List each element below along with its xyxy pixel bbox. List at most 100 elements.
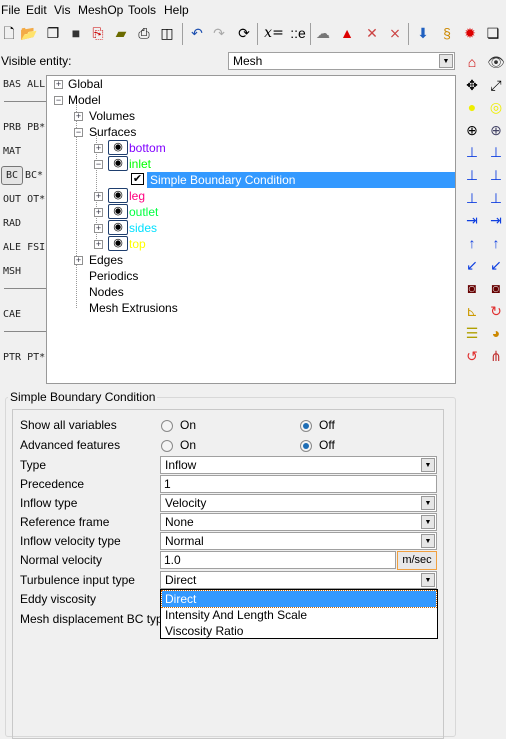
menu-vis[interactable]: Vis: [54, 3, 70, 17]
redo-icon[interactable]: ↷: [210, 24, 228, 42]
show-all-off-radio[interactable]: [300, 420, 312, 432]
ale-fsi-button[interactable]: ALE FSI: [3, 242, 45, 253]
new-icon[interactable]: 🗋: [0, 24, 18, 42]
mesh-icon[interactable]: ☁: [314, 24, 332, 42]
reference-frame-select[interactable]: None ▼: [160, 513, 437, 531]
tree-node-nodes[interactable]: Nodes: [89, 284, 124, 300]
pivot-icon[interactable]: ⋔: [487, 347, 505, 365]
tree-node-periodics[interactable]: Periodics: [89, 268, 138, 284]
home-icon[interactable]: ⌂: [463, 53, 481, 71]
expand-icon[interactable]: +: [74, 112, 83, 121]
chevron-down-icon[interactable]: ▼: [421, 458, 435, 472]
menu-tools[interactable]: Tools: [128, 3, 156, 17]
type-select[interactable]: Inflow ▼: [160, 456, 437, 474]
constant-icon[interactable]: ::e: [288, 24, 308, 42]
folder-icon[interactable]: ▰: [112, 24, 130, 42]
target-icon[interactable]: ⊕: [487, 121, 505, 139]
tree-node-sides[interactable]: sides: [129, 220, 157, 236]
model-tree[interactable]: + Global − Model + Volumes − Surfaces + …: [46, 75, 456, 384]
delete-shapes-icon[interactable]: ✕: [363, 24, 381, 42]
open-icon[interactable]: 📂: [20, 24, 38, 42]
notes-icon[interactable]: ☰: [463, 324, 481, 342]
save-icon[interactable]: ■: [67, 24, 85, 42]
rotate-z-pos-icon[interactable]: ↙: [463, 256, 481, 274]
view-yz-rev-icon[interactable]: ⊥: [487, 143, 505, 161]
out-ot-button[interactable]: OUT OT*: [3, 194, 45, 205]
bas-all-button[interactable]: BAS ALL: [3, 79, 45, 90]
unit-button[interactable]: m/sec: [397, 551, 437, 570]
tree-node-top[interactable]: top: [129, 236, 146, 252]
turbulence-select[interactable]: Direct ▼: [160, 571, 437, 589]
tree-node-mesh-extrusions[interactable]: Mesh Extrusions: [89, 300, 178, 316]
tree-node-edges[interactable]: Edges: [89, 252, 123, 268]
normal-velocity-input[interactable]: 1.0: [160, 551, 396, 569]
collapse-icon[interactable]: −: [94, 160, 103, 169]
rotate-y-neg-icon[interactable]: ↑: [487, 234, 505, 252]
variable-icon[interactable]: x=: [263, 24, 285, 42]
visible-entity-select[interactable]: Mesh ▼: [228, 52, 455, 70]
view-yz-icon[interactable]: ⊥: [463, 143, 481, 161]
rotate-z-neg-icon[interactable]: ↙: [487, 256, 505, 274]
inflow-velocity-type-select[interactable]: Normal ▼: [160, 532, 437, 550]
eye-icon[interactable]: ◉: [108, 204, 128, 219]
tree-node-surfaces[interactable]: Surfaces: [89, 124, 136, 140]
advanced-off-radio[interactable]: [300, 440, 312, 452]
refresh-icon[interactable]: ⟳: [235, 24, 253, 42]
checkbox-checked[interactable]: ✔: [131, 173, 144, 185]
script-icon[interactable]: §: [438, 24, 456, 42]
menu-meshop[interactable]: MeshOp: [78, 3, 123, 17]
save-as-icon[interactable]: ◫: [158, 24, 176, 42]
chevron-down-icon[interactable]: ▼: [439, 54, 453, 68]
eye-icon[interactable]: ◉: [108, 236, 128, 251]
view-zx-icon[interactable]: ⊥: [463, 166, 481, 184]
tree-node-simple-boundary-condition[interactable]: Simple Boundary Condition: [147, 172, 455, 188]
undo-icon[interactable]: ↶: [188, 24, 206, 42]
select-circle-icon[interactable]: ◎: [487, 98, 505, 116]
menu-file[interactable]: File: [1, 3, 20, 17]
prb-pb-button[interactable]: PRB PB*: [3, 122, 45, 133]
rotate-x-neg-icon[interactable]: ⇥: [487, 211, 505, 229]
expand-icon[interactable]: +: [94, 240, 103, 249]
export-icon[interactable]: ⎘: [89, 24, 107, 42]
axes-icon[interactable]: ⊾: [463, 302, 481, 320]
curve-icon[interactable]: ↻: [487, 302, 505, 320]
expand-icon[interactable]: +: [94, 224, 103, 233]
msh-button[interactable]: MSH: [3, 266, 21, 277]
expand-icon[interactable]: +: [54, 80, 63, 89]
advanced-on-radio[interactable]: [161, 440, 173, 452]
dropdown-option-direct[interactable]: Direct: [161, 590, 437, 608]
collapse-icon[interactable]: −: [74, 128, 83, 137]
view-xy-rev-icon[interactable]: ⊥: [487, 189, 505, 207]
expand-icon[interactable]: +: [94, 208, 103, 217]
move-icon[interactable]: ✥: [463, 76, 481, 94]
bc-button[interactable]: BC: [1, 166, 23, 185]
ptr-pt-button[interactable]: PTR PT*: [3, 352, 45, 363]
expand-icon[interactable]: +: [94, 192, 103, 201]
stop-icon[interactable]: ✹: [461, 24, 479, 42]
rotate-y-pos-icon[interactable]: ↑: [463, 234, 481, 252]
show-all-on-radio[interactable]: [161, 420, 173, 432]
precedence-input[interactable]: 1: [160, 475, 437, 493]
print-icon[interactable]: ⎙: [135, 24, 153, 42]
camera-alt-icon[interactable]: ◙: [487, 279, 505, 297]
rotate-x-pos-icon[interactable]: ⇥: [463, 211, 481, 229]
tree-node-leg[interactable]: leg: [129, 188, 145, 204]
eye-icon[interactable]: ◉: [108, 156, 128, 171]
shapes-icon[interactable]: ▲: [338, 24, 356, 42]
dropdown-option-viscosity-ratio[interactable]: Viscosity Ratio: [162, 623, 436, 639]
bc-star-button[interactable]: BC*: [25, 170, 43, 181]
delete-mesh-icon[interactable]: ⨯: [386, 24, 404, 42]
collapse-icon[interactable]: −: [54, 96, 63, 105]
chevron-down-icon[interactable]: ▼: [421, 534, 435, 548]
package-icon[interactable]: ⬇: [414, 24, 432, 42]
eye-icon[interactable]: ◉: [108, 188, 128, 203]
tree-node-global[interactable]: Global: [68, 76, 103, 92]
eye-icon[interactable]: 👁: [487, 53, 505, 71]
copy-icon[interactable]: ❐: [44, 24, 62, 42]
chevron-down-icon[interactable]: ▼: [421, 515, 435, 529]
chevron-down-icon[interactable]: ▼: [421, 573, 435, 587]
camera-icon[interactable]: ◙: [463, 279, 481, 297]
chevron-down-icon[interactable]: ▼: [421, 496, 435, 510]
view-xy-icon[interactable]: ⊥: [463, 189, 481, 207]
reset-icon[interactable]: ↺: [463, 347, 481, 365]
